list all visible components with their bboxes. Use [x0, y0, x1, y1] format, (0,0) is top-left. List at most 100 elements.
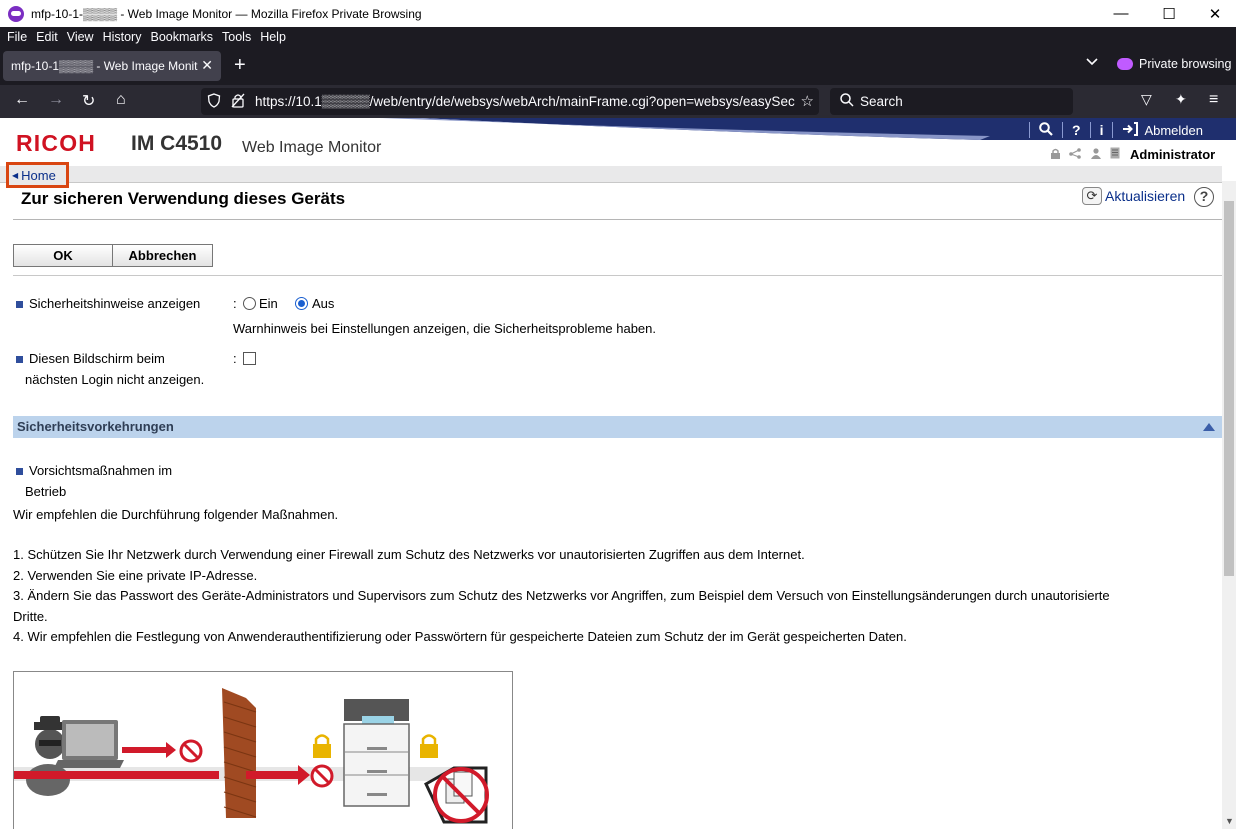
precautions-intro: Wir empfehlen die Durchführung folgender… [13, 507, 339, 522]
user-status-row: Administrator [1050, 147, 1215, 162]
extensions-icon[interactable]: ✦ [1175, 91, 1187, 108]
chevron-down-icon [1086, 58, 1098, 66]
tab-web-image-monitor[interactable]: mfp-10-1▒▒▒▒ - Web Image Monit ✕ [3, 51, 221, 81]
device-model: IM C4510 [131, 132, 223, 155]
tab-label: mfp-10-1▒▒▒▒ - Web Image Monit [11, 59, 198, 73]
home-link-label[interactable]: Home [21, 168, 56, 183]
private-mask-icon [1117, 58, 1133, 70]
back-button[interactable]: ← [14, 91, 30, 109]
url-text[interactable]: https://10.1▒▒▒▒▒/web/entry/de/websys/we… [255, 94, 805, 109]
page-title: Zur sicheren Verwendung dieses Geräts [21, 189, 346, 208]
window-titlebar: mfp-10-1-▒▒▒▒ - Web Image Monitor — Mozi… [0, 0, 1236, 27]
dont-show-checkbox[interactable] [243, 352, 256, 365]
radio-aus-label[interactable]: Aus [312, 296, 334, 311]
search-icon[interactable] [1039, 121, 1053, 139]
cancel-button[interactable]: Abbrechen [112, 244, 213, 267]
user-icon [1090, 147, 1102, 162]
bookmark-star-icon[interactable]: ☆ [801, 92, 814, 110]
navigation-toolbar: ← → ↻ ⌂ https://10.1▒▒▒▒▒/web/entry/de/w… [0, 85, 1236, 118]
tab-close-icon[interactable]: ✕ [201, 57, 213, 74]
radio-ein-label[interactable]: Ein [259, 296, 278, 311]
breadcrumb-bar [0, 166, 1222, 183]
precautions-label-line2: Betrieb [25, 484, 67, 499]
lock-warning-icon[interactable] [231, 93, 245, 111]
list-all-tabs-button[interactable] [1085, 56, 1099, 70]
maximize-button[interactable]: ☐ [1146, 0, 1192, 27]
product-name: Web Image Monitor [242, 139, 382, 156]
search-placeholder: Search [860, 94, 903, 109]
document-icon [1110, 147, 1120, 162]
help-icon[interactable]: ? [1194, 187, 1214, 207]
home-breadcrumb-link[interactable]: ◀ Home [6, 162, 69, 188]
scroll-down-arrow-icon[interactable]: ▼ [1225, 816, 1234, 826]
separator [1112, 122, 1114, 138]
home-button[interactable]: ⌂ [116, 91, 126, 109]
vertical-scrollbar[interactable]: ▼ [1222, 181, 1236, 829]
dont-show-label-line1: Diesen Bildschirm beim [29, 351, 165, 366]
lock-status-icon [1050, 148, 1061, 162]
menu-history[interactable]: History [103, 30, 142, 44]
colon: : [233, 351, 237, 366]
precautions-label-line1: Vorsichtsmaßnahmen im [29, 463, 173, 478]
help-icon[interactable]: ? [1072, 122, 1081, 138]
private-browsing-label: Private browsing [1139, 57, 1232, 71]
menu-bar: File Edit View History Bookmarks Tools H… [0, 27, 1236, 47]
page-header: RICOH IM C4510 Web Image Monitor ? i Abm… [0, 118, 1236, 166]
url-bar[interactable]: https://10.1▒▒▒▒▒/web/entry/de/websys/we… [201, 88, 819, 115]
firewall-illustration [13, 671, 513, 829]
ok-button[interactable]: OK [13, 244, 113, 267]
precaution-item-3: 3. Ändern Sie das Passwort des Geräte-Ad… [13, 588, 1110, 603]
divider [13, 219, 1222, 220]
logout-icon[interactable] [1122, 121, 1139, 139]
header-toolbar: ? i Abmelden [1020, 120, 1203, 140]
security-hints-label: Sicherheitshinweise anzeigen [29, 296, 201, 311]
window-title: mfp-10-1-▒▒▒▒ - Web Image Monitor — Mozi… [31, 6, 422, 21]
firewall-illustration-graphic [14, 688, 489, 824]
precaution-item-1: 1. Schützen Sie Ihr Netzwerk durch Verwe… [13, 547, 805, 562]
tab-bar: mfp-10-1▒▒▒▒ - Web Image Monit ✕ + Priva… [0, 47, 1236, 85]
dont-show-label-line2: nächsten Login nicht anzeigen. [25, 372, 205, 387]
shield-icon[interactable] [207, 92, 221, 111]
search-icon [840, 93, 854, 110]
radio-ein[interactable] [243, 297, 256, 310]
close-window-button[interactable]: ✕ [1192, 0, 1236, 27]
refresh-label[interactable]: Aktualisieren [1105, 188, 1185, 204]
precaution-item-2: 2. Verwenden Sie eine private IP-Adresse… [13, 568, 258, 583]
user-role-label: Administrator [1130, 147, 1216, 162]
security-hints-description: Warnhinweis bei Einstellungen anzeigen, … [233, 321, 657, 336]
section-title: Sicherheitsvorkehrungen [17, 419, 174, 434]
menu-view[interactable]: View [67, 30, 94, 44]
minimize-button[interactable]: — [1098, 0, 1144, 27]
section-header[interactable]: Sicherheitsvorkehrungen [13, 416, 1222, 438]
bullet-icon [16, 468, 23, 475]
forward-button[interactable]: → [48, 91, 64, 109]
info-icon[interactable]: i [1100, 122, 1104, 138]
new-tab-button[interactable]: + [234, 54, 246, 77]
bullet-icon [16, 301, 23, 308]
menu-help[interactable]: Help [260, 30, 286, 44]
web-page: RICOH IM C4510 Web Image Monitor ? i Abm… [0, 118, 1236, 829]
colon: : [233, 296, 237, 311]
menu-edit[interactable]: Edit [36, 30, 58, 44]
ricoh-logo: RICOH [16, 130, 97, 156]
separator [1062, 122, 1063, 138]
separator [1029, 122, 1030, 138]
caret-left-icon: ◀ [12, 170, 19, 180]
menu-tools[interactable]: Tools [222, 30, 251, 44]
reload-button[interactable]: ↻ [82, 91, 95, 111]
collapse-triangle-icon[interactable] [1203, 423, 1215, 431]
pocket-icon[interactable]: ▽ [1141, 91, 1152, 108]
menu-bookmarks[interactable]: Bookmarks [150, 30, 213, 44]
app-menu-icon[interactable]: ≡ [1209, 91, 1218, 109]
radio-aus[interactable] [295, 297, 308, 310]
scrollbar-thumb[interactable] [1224, 201, 1234, 576]
separator [1089, 122, 1091, 138]
refresh-icon: ⟳ [1082, 187, 1102, 205]
refresh-button[interactable]: ⟳ Aktualisieren [1082, 187, 1185, 205]
firefox-private-icon [8, 5, 24, 22]
network-status-icon [1069, 147, 1082, 162]
logout-link[interactable]: Abmelden [1144, 123, 1203, 138]
menu-file[interactable]: File [7, 30, 27, 44]
private-browsing-indicator: Private browsing [1117, 57, 1231, 71]
search-bar[interactable]: Search [830, 88, 1073, 115]
